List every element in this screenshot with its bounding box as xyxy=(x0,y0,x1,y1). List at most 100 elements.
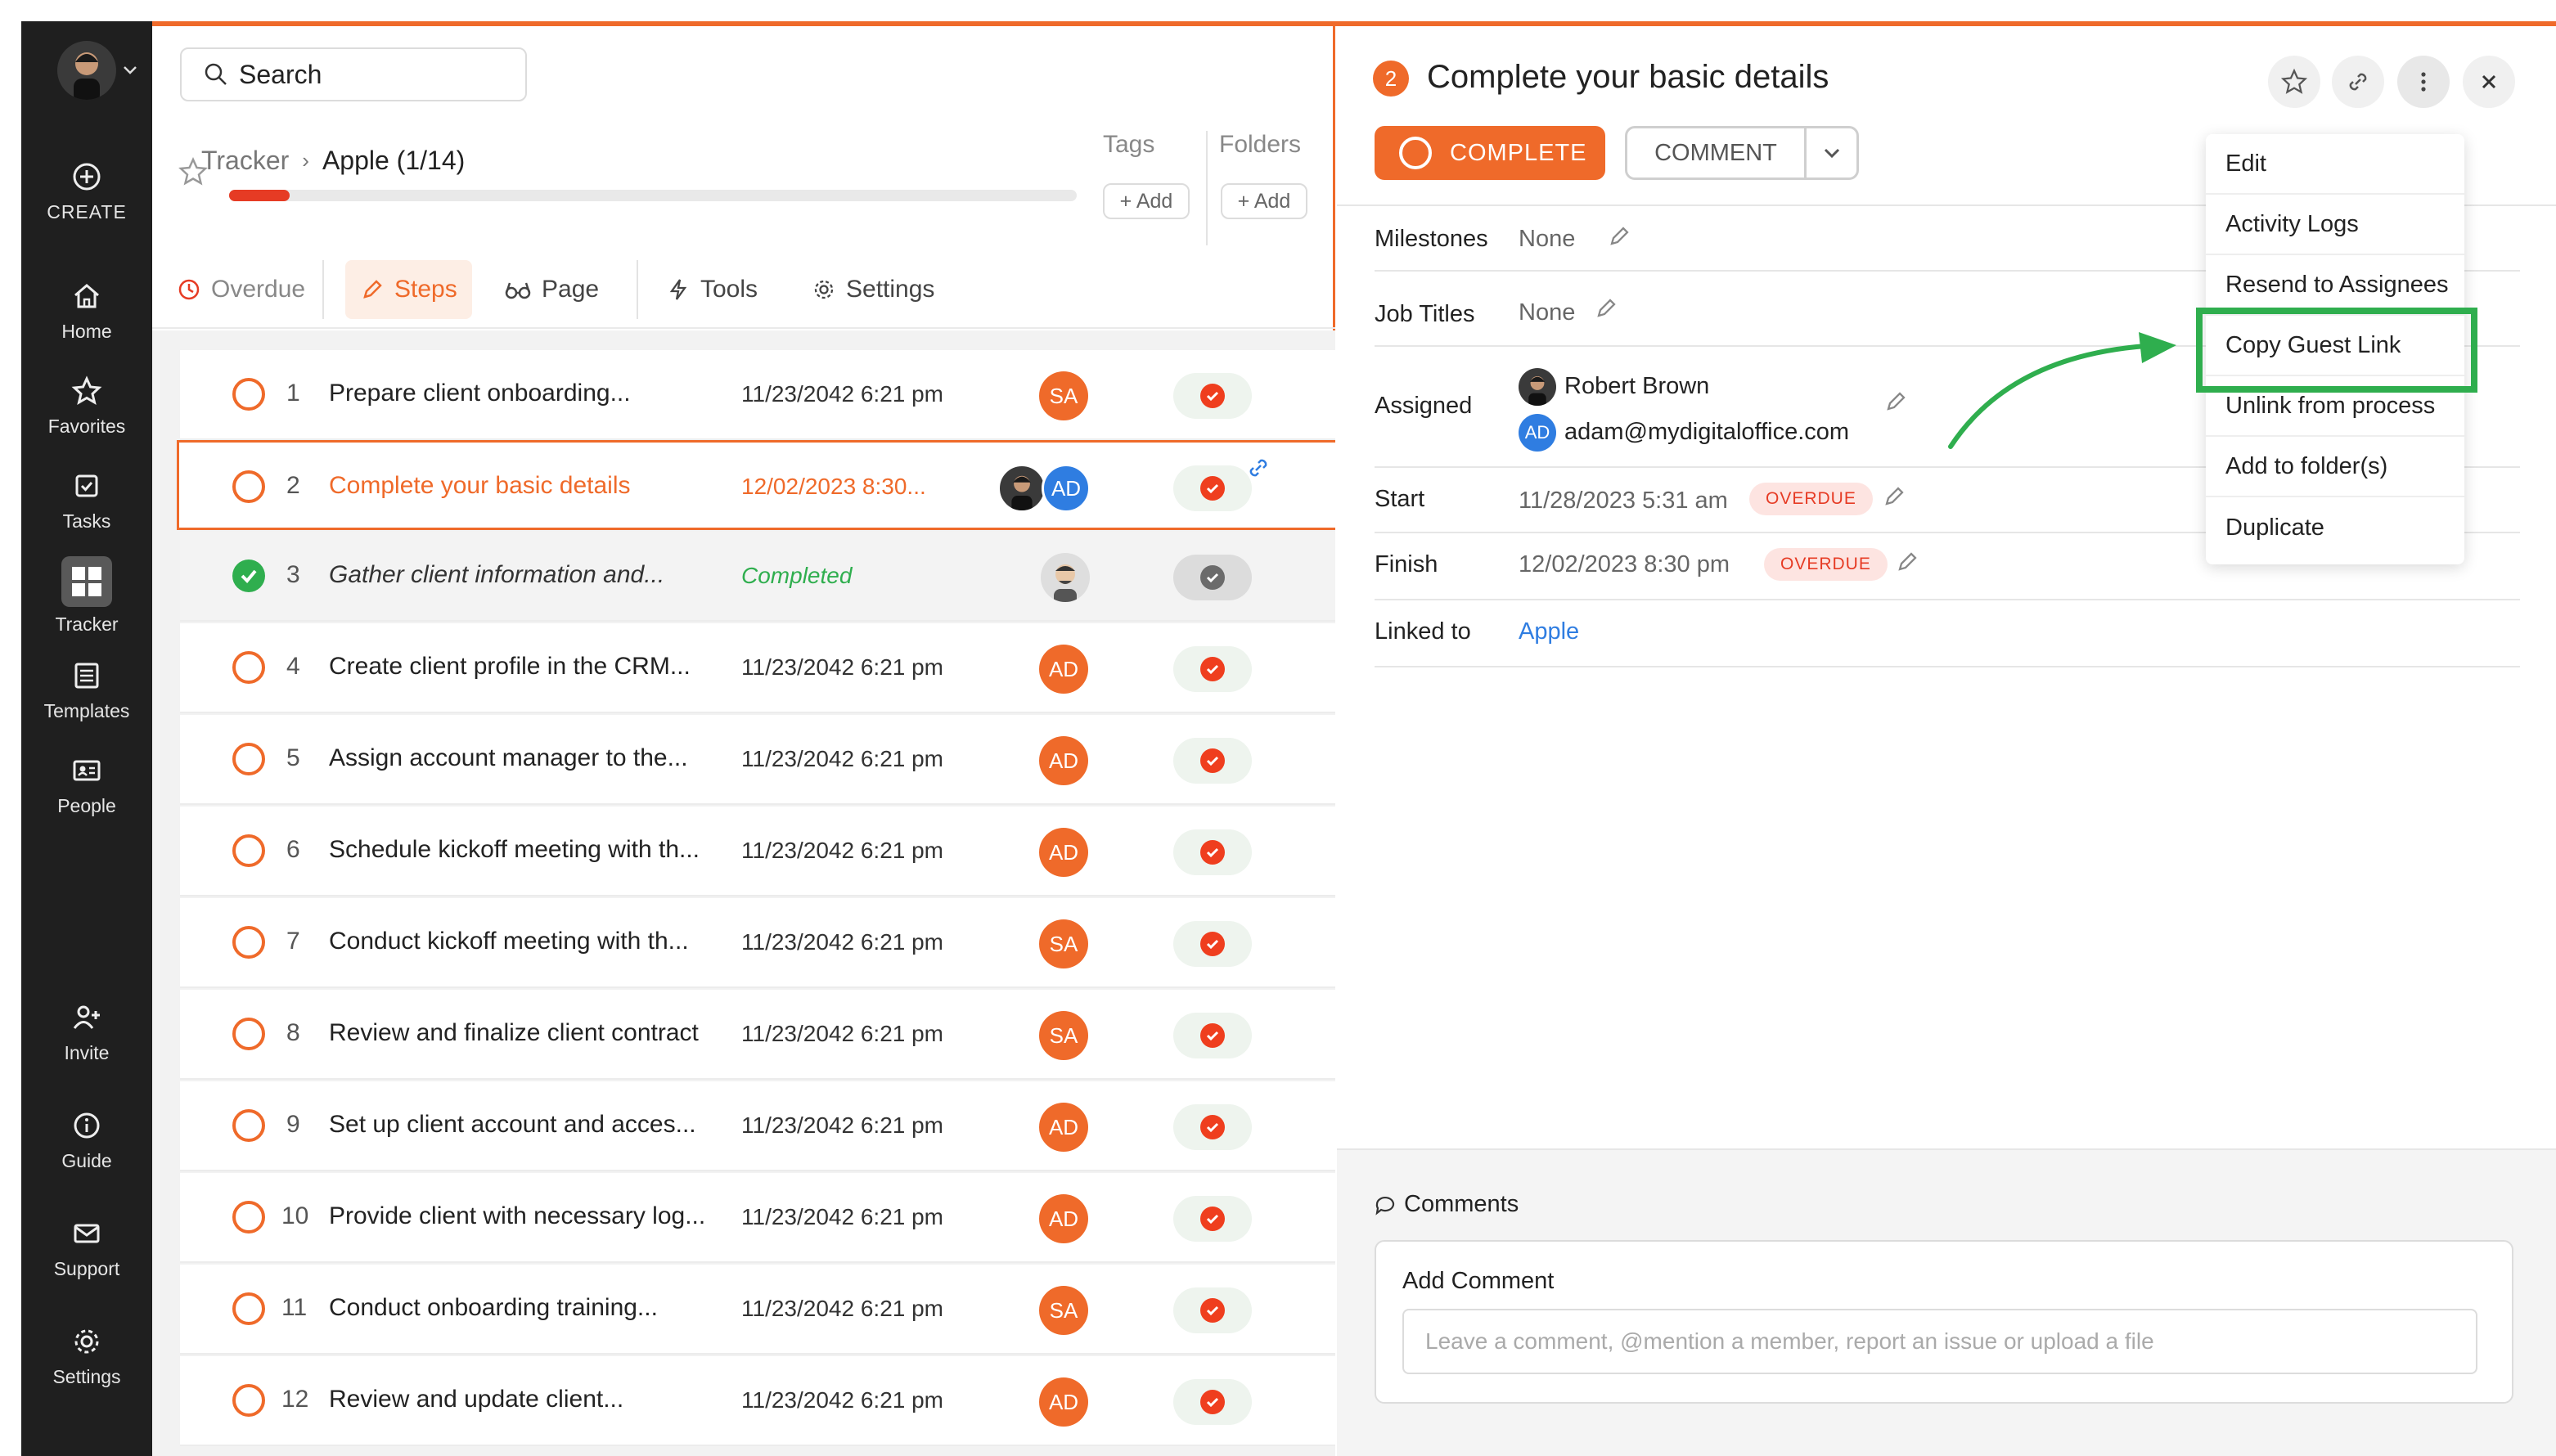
sidebar-item-favorites[interactable]: Favorites xyxy=(21,375,152,438)
step-row[interactable]: 3 Gather client information and... Compl… xyxy=(180,532,1335,622)
assignee-avatar: SA xyxy=(1039,919,1088,968)
completed-check-icon[interactable] xyxy=(232,559,265,592)
status-pill[interactable] xyxy=(1173,646,1252,692)
sidebar-label: Support xyxy=(53,1258,120,1279)
search-input[interactable]: Search xyxy=(180,47,527,101)
edit-pencil-icon[interactable] xyxy=(1594,296,1618,321)
edit-pencil-icon[interactable] xyxy=(1607,224,1631,249)
favorite-button[interactable] xyxy=(2268,56,2320,108)
step-row[interactable]: 10 Provide client with necessary log... … xyxy=(180,1173,1335,1263)
divider xyxy=(1375,599,2520,600)
sidebar-item-people[interactable]: People xyxy=(21,754,152,817)
linked-to-link[interactable]: Apple xyxy=(1519,618,1579,645)
step-row[interactable]: 8 Review and finalize client contract 11… xyxy=(180,990,1335,1080)
assignee-avatar: AD xyxy=(1519,414,1556,452)
complete-button[interactable]: COMPLETE xyxy=(1375,126,1605,180)
sidebar-item-home[interactable]: Home xyxy=(21,280,152,343)
assignee-name: Robert Brown xyxy=(1564,373,1710,399)
create-button[interactable]: CREATE xyxy=(21,160,152,223)
sidebar-item-templates[interactable]: Templates xyxy=(21,659,152,722)
assigned-label: Assigned xyxy=(1375,393,1473,419)
link-icon[interactable] xyxy=(1244,454,1272,482)
check-status-icon xyxy=(1200,840,1225,865)
tab-label: Overdue xyxy=(211,276,306,303)
step-row[interactable]: 7 Conduct kickoff meeting with th... 11/… xyxy=(180,898,1335,988)
comment-input[interactable]: Leave a comment, @mention a member, repo… xyxy=(1402,1309,2477,1374)
status-pill[interactable] xyxy=(1173,555,1252,600)
add-tag-button[interactable]: + Add xyxy=(1103,183,1190,219)
step-row-selected[interactable]: 2 Complete your basic details 12/02/2023… xyxy=(177,440,1335,530)
edit-pencil-icon[interactable] xyxy=(1882,484,1906,509)
sidebar-item-tasks[interactable]: Tasks xyxy=(21,470,152,533)
add-folder-button[interactable]: + Add xyxy=(1221,183,1307,219)
edit-pencil-icon[interactable] xyxy=(1883,389,1908,414)
status-pill[interactable] xyxy=(1173,738,1252,784)
overdue-badge: OVERDUE xyxy=(1764,548,1888,581)
tab-tools[interactable]: Tools xyxy=(666,260,758,319)
status-pill[interactable] xyxy=(1173,373,1252,419)
status-pill[interactable] xyxy=(1173,921,1252,967)
step-row[interactable]: 1 Prepare client onboarding... 11/23/204… xyxy=(180,350,1335,440)
incomplete-circle-icon[interactable] xyxy=(232,1201,265,1234)
overdue-badge: OVERDUE xyxy=(1749,483,1873,515)
assignee-avatar: AD xyxy=(1039,1103,1088,1152)
incomplete-circle-icon[interactable] xyxy=(232,1292,265,1325)
tab-steps[interactable]: Steps xyxy=(345,260,472,319)
step-row[interactable]: 5 Assign account manager to the... 11/23… xyxy=(180,715,1335,805)
status-pill[interactable] xyxy=(1173,1196,1252,1242)
check-status-icon xyxy=(1200,932,1225,956)
incomplete-circle-icon[interactable] xyxy=(232,1018,265,1050)
tab-settings[interactable]: Settings xyxy=(812,260,934,319)
menu-item-edit[interactable]: Edit xyxy=(2206,134,2464,195)
start-value: 11/28/2023 5:31 am xyxy=(1519,488,1728,514)
incomplete-circle-icon[interactable] xyxy=(232,470,265,503)
incomplete-circle-icon[interactable] xyxy=(232,743,265,775)
step-date: 11/23/2042 6:21 pm xyxy=(741,1204,944,1229)
check-status-icon xyxy=(1200,657,1225,681)
status-pill[interactable] xyxy=(1173,1287,1252,1333)
incomplete-circle-icon[interactable] xyxy=(232,1384,265,1417)
tab-overdue[interactable]: Overdue xyxy=(177,260,305,319)
step-row[interactable]: 9 Set up client account and acces... 11/… xyxy=(180,1081,1335,1171)
incomplete-circle-icon[interactable] xyxy=(232,1109,265,1142)
chevron-down-icon[interactable] xyxy=(1804,128,1856,178)
sidebar-label: Tasks xyxy=(62,510,111,532)
copy-link-button[interactable] xyxy=(2332,56,2384,108)
comment-button[interactable]: COMMENT xyxy=(1625,126,1859,180)
status-pill[interactable] xyxy=(1173,829,1252,875)
incomplete-circle-icon[interactable] xyxy=(232,378,265,411)
step-row[interactable]: 4 Create client profile in the CRM... 11… xyxy=(180,623,1335,713)
sidebar-item-guide[interactable]: Guide xyxy=(21,1109,152,1172)
step-row[interactable]: 6 Schedule kickoff meeting with th... 11… xyxy=(180,807,1335,897)
close-button[interactable] xyxy=(2463,56,2515,108)
incomplete-circle-icon[interactable] xyxy=(232,834,265,867)
info-icon xyxy=(70,1109,103,1142)
user-avatar[interactable] xyxy=(57,41,116,100)
sidebar-item-settings[interactable]: Settings xyxy=(21,1325,152,1388)
more-options-button[interactable] xyxy=(2397,56,2450,108)
sidebar-item-invite[interactable]: Invite xyxy=(21,1001,152,1064)
incomplete-circle-icon[interactable] xyxy=(232,651,265,684)
sidebar-label: Favorites xyxy=(47,416,126,437)
menu-item-duplicate[interactable]: Duplicate xyxy=(2206,497,2464,558)
status-pill[interactable] xyxy=(1173,465,1252,511)
sidebar-item-tracker[interactable]: Tracker xyxy=(21,556,152,636)
menu-item-add-to-folders[interactable]: Add to folder(s) xyxy=(2206,437,2464,497)
complete-label: COMPLETE xyxy=(1450,139,1587,166)
add-user-icon xyxy=(70,1001,103,1034)
step-title: Set up client account and acces... xyxy=(329,1111,696,1138)
status-pill[interactable] xyxy=(1173,1379,1252,1425)
chevron-right-icon: › xyxy=(302,148,309,173)
menu-item-activity-logs[interactable]: Activity Logs xyxy=(2206,195,2464,255)
incomplete-circle-icon[interactable] xyxy=(232,926,265,959)
status-pill[interactable] xyxy=(1173,1013,1252,1058)
step-row[interactable]: 11 Conduct onboarding training... 11/23/… xyxy=(180,1265,1335,1355)
chevron-down-icon[interactable] xyxy=(121,61,139,79)
sidebar-item-support[interactable]: Support xyxy=(21,1217,152,1280)
edit-pencil-icon[interactable] xyxy=(1895,550,1919,574)
status-pill[interactable] xyxy=(1173,1104,1252,1150)
tab-page[interactable]: Page xyxy=(504,260,599,319)
breadcrumb-root[interactable]: Tracker xyxy=(201,146,289,176)
step-row[interactable]: 12 Review and update client... 11/23/204… xyxy=(180,1356,1335,1446)
menu-item-resend-assignees[interactable]: Resend to Assignees xyxy=(2206,255,2464,316)
